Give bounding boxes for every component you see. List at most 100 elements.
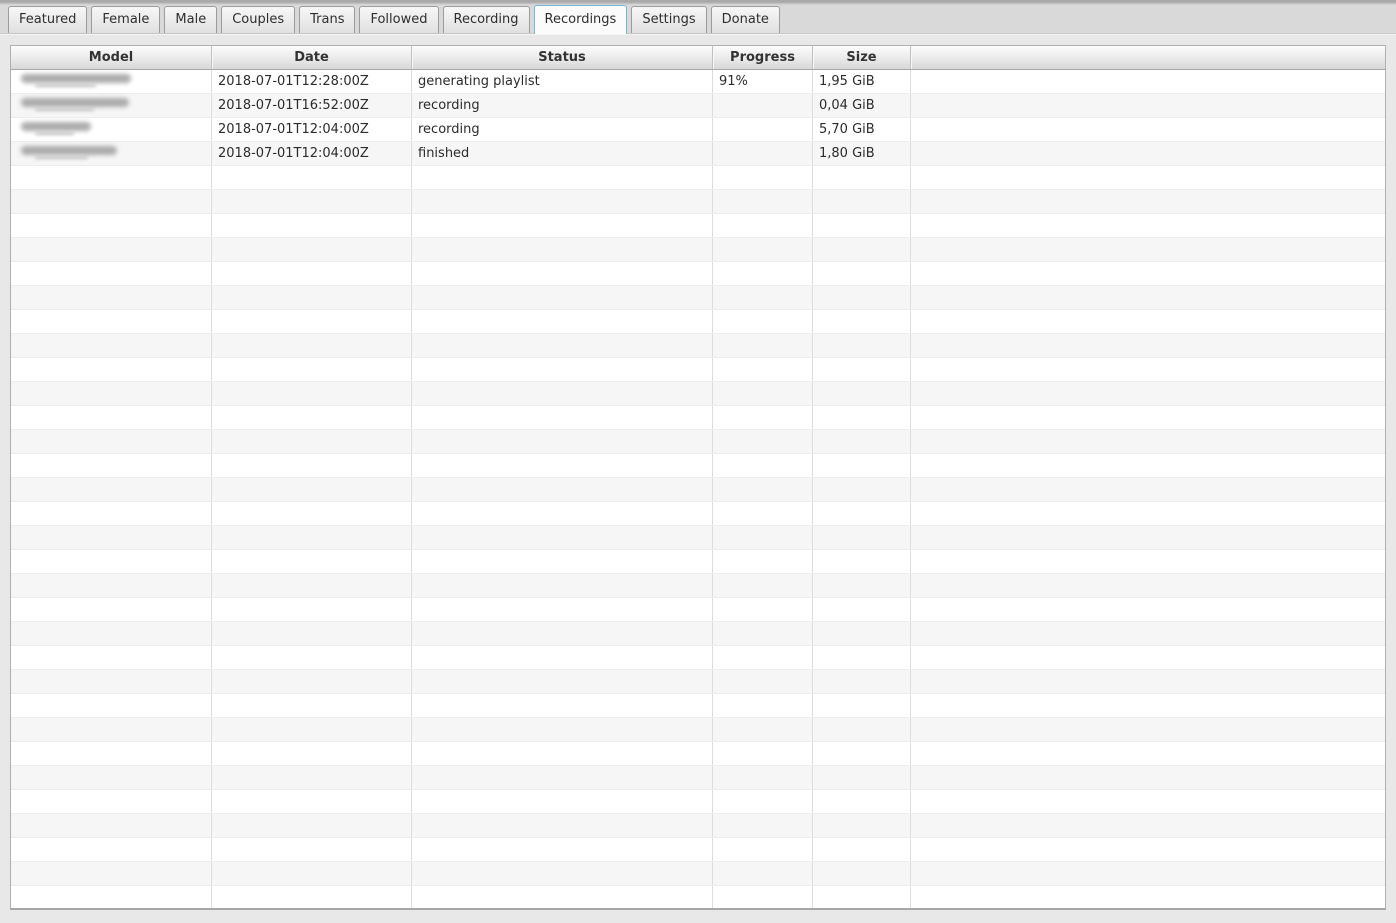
blank-cell (911, 718, 1385, 741)
model-cell (11, 262, 212, 285)
size-cell (813, 646, 911, 669)
status-cell (412, 550, 713, 573)
date-cell (212, 454, 412, 477)
tab-settings[interactable]: Settings (631, 6, 707, 33)
model-cell (11, 670, 212, 693)
progress-cell (713, 238, 813, 261)
date-cell (212, 718, 412, 741)
tab-followed[interactable]: Followed (359, 6, 439, 33)
model-cell (11, 886, 212, 908)
column-header-status[interactable]: Status (412, 46, 713, 69)
model-cell (11, 334, 212, 357)
blank-cell (911, 166, 1385, 189)
model-cell (11, 550, 212, 573)
tab-recordings[interactable]: Recordings (533, 5, 628, 34)
tab-recording[interactable]: Recording (442, 6, 530, 33)
blank-cell (911, 478, 1385, 501)
model-cell (11, 166, 212, 189)
table-row[interactable]: 2018-07-01T12:04:00Z finished 1,80 GiB (11, 142, 1385, 166)
progress-cell (713, 406, 813, 429)
table-row-empty (11, 454, 1385, 478)
blank-cell (911, 430, 1385, 453)
table-row-empty (11, 862, 1385, 886)
size-cell (813, 502, 911, 525)
date-cell (212, 262, 412, 285)
status-cell (412, 286, 713, 309)
status-cell (412, 262, 713, 285)
table-row-empty (11, 358, 1385, 382)
size-cell (813, 334, 911, 357)
table-row-empty (11, 166, 1385, 190)
table-row[interactable]: 2018-07-01T12:28:00Z generating playlist 9… (11, 70, 1385, 94)
size-cell (813, 526, 911, 549)
table-row-empty (11, 718, 1385, 742)
table-row[interactable]: 2018-07-01T12:04:00Z recording 5,70 GiB (11, 118, 1385, 142)
progress-cell (713, 550, 813, 573)
progress-cell (713, 430, 813, 453)
tab-couples[interactable]: Couples (221, 6, 296, 33)
redacted-model-name (17, 142, 211, 159)
model-cell (11, 238, 212, 261)
progress-cell (713, 262, 813, 285)
column-header-progress[interactable]: Progress (713, 46, 813, 69)
model-cell (11, 838, 212, 861)
redacted-model-name (17, 70, 211, 87)
blank-cell (911, 886, 1385, 908)
tab-featured[interactable]: Featured (8, 6, 88, 33)
blank-cell (911, 214, 1385, 237)
table-row-empty (11, 646, 1385, 670)
blank-cell (911, 574, 1385, 597)
date-cell (212, 814, 412, 837)
table-body: 2018-07-01T12:28:00Z generating playlist 9… (11, 70, 1385, 908)
date-cell (212, 646, 412, 669)
size-cell (813, 718, 911, 741)
model-cell (11, 742, 212, 765)
tab-female[interactable]: Female (91, 6, 161, 33)
tab-donate[interactable]: Donate (710, 6, 780, 33)
redacted-model-name (17, 118, 211, 135)
status-cell (412, 430, 713, 453)
size-cell (813, 262, 911, 285)
size-cell (813, 742, 911, 765)
date-cell (212, 238, 412, 261)
tab-trans[interactable]: Trans (299, 6, 356, 33)
blank-cell (911, 286, 1385, 309)
table-row-empty (11, 262, 1385, 286)
model-cell (11, 766, 212, 789)
model-cell (11, 118, 212, 141)
model-cell (11, 70, 212, 93)
blank-cell (911, 790, 1385, 813)
date-cell: 2018-07-01T12:04:00Z (212, 118, 412, 141)
tab-male[interactable]: Male (164, 6, 218, 33)
model-cell (11, 646, 212, 669)
table-header-row: Model Date Status Progress Size (11, 46, 1385, 70)
model-cell (11, 598, 212, 621)
table-row[interactable]: 2018-07-01T16:52:00Z recording 0,04 GiB (11, 94, 1385, 118)
progress-cell (713, 622, 813, 645)
table-row-empty (11, 238, 1385, 262)
blank-cell (911, 550, 1385, 573)
column-header-size[interactable]: Size (813, 46, 911, 69)
blank-cell (911, 598, 1385, 621)
model-cell (11, 478, 212, 501)
status-cell (412, 166, 713, 189)
blank-cell (911, 694, 1385, 717)
model-cell (11, 574, 212, 597)
progress-cell (713, 718, 813, 741)
blank-cell (911, 862, 1385, 885)
column-header-blank[interactable] (911, 46, 1385, 69)
date-cell (212, 622, 412, 645)
model-cell (11, 142, 212, 165)
column-header-date[interactable]: Date (212, 46, 412, 69)
date-cell (212, 286, 412, 309)
status-cell (412, 358, 713, 381)
status-cell (412, 238, 713, 261)
blank-cell (911, 382, 1385, 405)
model-cell (11, 430, 212, 453)
size-cell (813, 790, 911, 813)
date-cell (212, 382, 412, 405)
progress-cell (713, 142, 813, 165)
size-cell (813, 382, 911, 405)
size-cell (813, 838, 911, 861)
column-header-model[interactable]: Model (11, 46, 212, 69)
